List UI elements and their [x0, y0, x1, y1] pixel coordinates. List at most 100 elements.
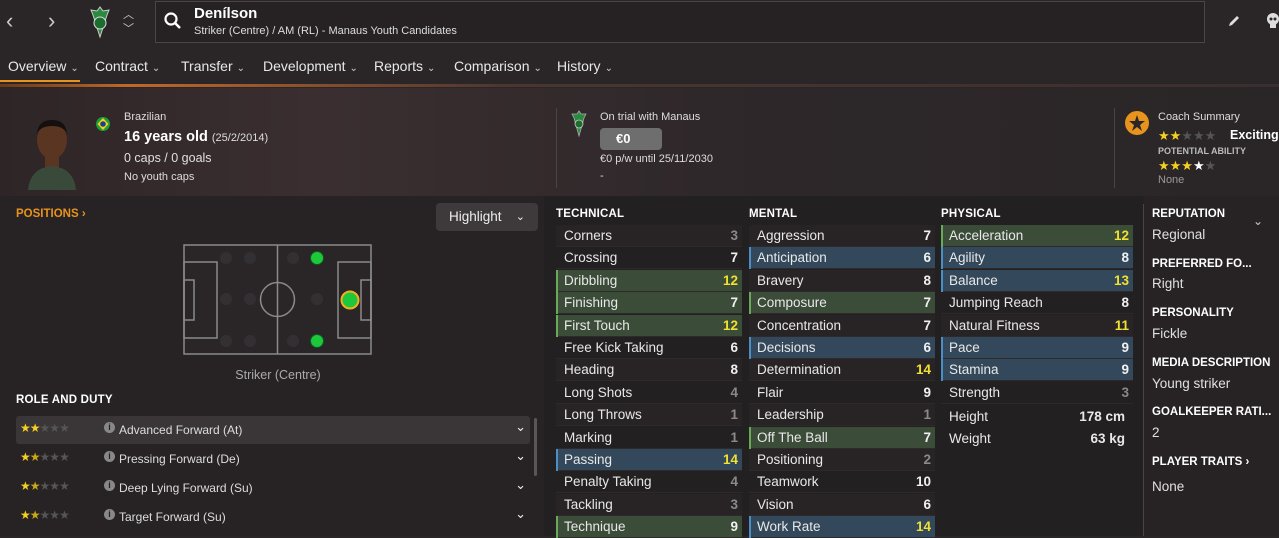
attribute-row[interactable]: Bravery 8 — [749, 269, 935, 292]
attribute-name: Bravery — [757, 272, 804, 288]
attribute-value: 12 — [722, 272, 738, 288]
role-row[interactable]: ★★★★★ i Pressing Forward (De) ⌄ — [16, 445, 530, 473]
attribute-row[interactable]: Jumping Reach 8 — [941, 292, 1133, 315]
tab-overview[interactable]: Overview ⌄ — [8, 58, 79, 74]
chevron-down-icon[interactable]: ﹀ — [123, 20, 134, 36]
attribute-name: Penalty Taking — [564, 474, 652, 490]
attribute-row[interactable]: Pace 9 — [941, 337, 1133, 359]
attribute-row[interactable]: Technique 9 — [556, 516, 742, 538]
attribute-row[interactable]: Passing 14 — [556, 449, 742, 471]
role-row[interactable]: ★★★★★ i Advanced Forward (At) ⌄ — [16, 416, 530, 444]
attribute-name: First Touch — [564, 317, 630, 333]
attribute-row[interactable]: Finishing 7 — [556, 292, 742, 315]
attribute-name: Positioning — [757, 452, 824, 467]
wage-text: €0 p/w until 25/11/2030 — [600, 153, 713, 165]
attribute-name: Corners — [564, 228, 613, 243]
role-name: Pressing Forward (De) — [119, 452, 240, 466]
role-row[interactable]: ★★★★★ i Deep Lying Forward (Su) ⌄ — [16, 474, 530, 502]
chevron-down-icon[interactable]: ⌄ — [515, 506, 526, 522]
attribute-row[interactable]: Positioning 2 — [749, 449, 935, 471]
attribute-row[interactable]: Concentration 7 — [749, 314, 935, 337]
attribute-row[interactable]: Flair 9 — [749, 382, 935, 404]
back-arrow-icon[interactable]: ‹ — [6, 8, 13, 34]
attribute-row[interactable]: Acceleration 12 — [941, 225, 1133, 247]
attribute-row[interactable]: Long Shots 4 — [556, 382, 742, 404]
caps-goals: 0 caps / 0 goals — [124, 151, 212, 165]
attribute-value: 2 — [923, 452, 931, 467]
search-icon[interactable] — [164, 12, 182, 30]
highlight-marker — [749, 337, 751, 359]
mental-title: MENTAL — [749, 208, 798, 220]
attribute-name: Natural Fitness — [949, 317, 1040, 333]
highlight-dropdown[interactable]: Highlight ⌄ — [436, 203, 538, 231]
attribute-row[interactable]: Decisions 6 — [749, 337, 935, 359]
player-traits-link[interactable]: PLAYER TRAITS › — [1152, 456, 1249, 468]
player-portrait — [28, 120, 76, 190]
personality-value: Fickle — [1152, 326, 1188, 341]
attribute-row[interactable]: Crossing 7 — [556, 247, 742, 270]
attribute-name: Finishing — [564, 295, 619, 311]
attribute-value: 7 — [923, 228, 931, 243]
attribute-row[interactable]: Determination 14 — [749, 359, 935, 382]
info-icon[interactable]: i — [104, 451, 115, 462]
attribute-name: Composure — [757, 295, 827, 311]
role-row[interactable]: ★★★★★ i Target Forward (Su) ⌄ — [16, 503, 530, 531]
attribute-name: Aggression — [757, 228, 825, 243]
reputation-heading: REPUTATION — [1152, 208, 1226, 220]
club-crest-icon — [90, 6, 110, 39]
attribute-row[interactable]: Vision 6 — [749, 493, 935, 516]
attribute-row[interactable]: Aggression 7 — [749, 225, 935, 247]
attribute-value: 14 — [722, 452, 738, 467]
attribute-row[interactable]: Anticipation 6 — [749, 247, 935, 270]
chevron-down-icon[interactable]: ⌄ — [515, 419, 526, 435]
attribute-row[interactable]: Corners 3 — [556, 225, 742, 247]
attribute-row[interactable]: Work Rate 14 — [749, 516, 935, 538]
value-badge[interactable]: €0 — [600, 128, 662, 150]
highlight-marker — [941, 337, 943, 359]
attribute-row[interactable]: Dribbling 12 — [556, 269, 742, 292]
tab-comparison[interactable]: Comparison ⌄ — [454, 58, 542, 74]
player-name: Denílson — [194, 5, 258, 22]
roles-scrollbar[interactable] — [534, 418, 537, 476]
attribute-row[interactable]: Stamina 9 — [941, 359, 1133, 382]
attribute-row[interactable]: Marking 1 — [556, 427, 742, 449]
tab-development[interactable]: Development ⌄ — [263, 58, 358, 74]
attribute-row[interactable]: Heading 8 — [556, 359, 742, 382]
attribute-row[interactable]: Balance 13 — [941, 269, 1133, 292]
attribute-row[interactable]: Tackling 3 — [556, 493, 742, 516]
attribute-row[interactable]: Leadership 1 — [749, 404, 935, 427]
contract-extra: - — [600, 170, 604, 182]
info-icon[interactable]: i — [104, 509, 115, 520]
positions-link[interactable]: POSITIONS › — [16, 208, 86, 220]
info-icon[interactable]: i — [104, 480, 115, 491]
attribute-value: 3 — [730, 228, 738, 243]
attribute-row[interactable]: First Touch 12 — [556, 314, 742, 337]
attribute-row[interactable]: Strength 3 — [941, 382, 1133, 404]
reputation-expand-chevron-icon[interactable]: ⌄ — [1253, 214, 1263, 228]
attribute-row[interactable]: Natural Fitness 11 — [941, 314, 1133, 337]
tab-reports[interactable]: Reports ⌄ — [374, 58, 435, 74]
edit-pencil-icon[interactable] — [1227, 14, 1241, 28]
attribute-value: 7 — [923, 429, 931, 445]
position-pitch — [183, 244, 372, 355]
chevron-down-icon[interactable]: ⌄ — [515, 448, 526, 464]
attribute-row[interactable]: Free Kick Taking 6 — [556, 337, 742, 359]
attribute-row[interactable]: Teamwork 10 — [749, 471, 935, 494]
attribute-row[interactable]: Composure 7 — [749, 292, 935, 315]
role-stars: ★★★★★ — [20, 479, 70, 493]
attribute-row[interactable]: Long Throws 1 — [556, 404, 742, 427]
attribute-row[interactable]: Agility 8 — [941, 247, 1133, 270]
rating-word: Exciting — [1230, 128, 1279, 142]
attribute-value: 9 — [1121, 340, 1129, 355]
attribute-name: Dribbling — [564, 272, 618, 288]
info-icon[interactable]: i — [104, 422, 115, 433]
forward-arrow-icon[interactable]: › — [48, 8, 55, 34]
attribute-row[interactable]: Penalty Taking 4 — [556, 471, 742, 494]
highlight-marker — [556, 269, 558, 292]
tab-contract[interactable]: Contract ⌄ — [95, 58, 160, 74]
attribute-row[interactable]: Off The Ball 7 — [749, 426, 935, 449]
tab-history[interactable]: History ⌄ — [557, 58, 613, 74]
skull-icon[interactable] — [1265, 12, 1279, 30]
chevron-down-icon[interactable]: ⌄ — [515, 477, 526, 493]
tab-transfer[interactable]: Transfer ⌄ — [181, 58, 245, 74]
